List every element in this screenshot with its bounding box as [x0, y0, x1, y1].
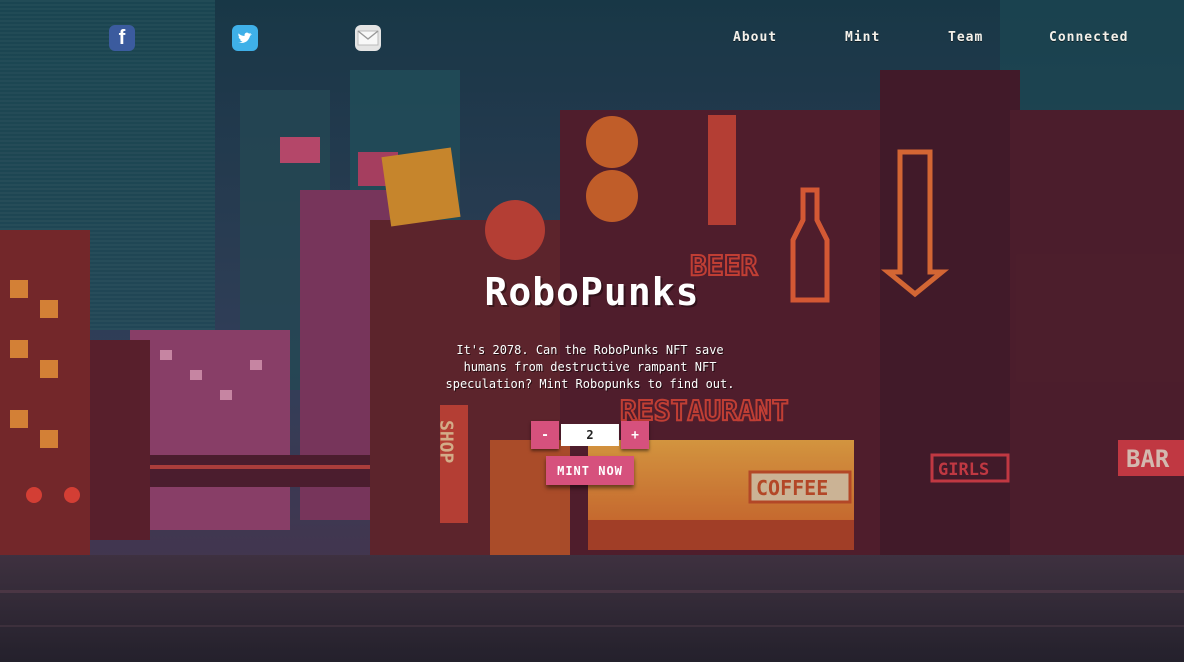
twitter-link[interactable] [232, 25, 258, 51]
nav-team[interactable]: Team [948, 30, 983, 45]
increment-button[interactable]: + [621, 421, 649, 449]
mint-quantity-input[interactable] [561, 424, 619, 446]
decrement-button[interactable]: - [531, 421, 559, 449]
email-link[interactable] [355, 25, 381, 51]
connect-wallet-status[interactable]: Connected [1049, 30, 1128, 45]
nav-mint[interactable]: Mint [845, 30, 880, 45]
facebook-link[interactable]: f [109, 25, 135, 51]
twitter-icon [238, 32, 252, 43]
nav-about[interactable]: About [733, 30, 777, 45]
facebook-icon: f [118, 27, 126, 49]
background-cityscape: BEER RESTAURANT SHOP COFFEE GIRLS BAR [0, 0, 1184, 662]
email-icon [357, 30, 379, 46]
page-title: RoboPunks [484, 270, 700, 314]
mint-now-button[interactable]: MINT NOW [546, 456, 634, 485]
hero-description: It's 2078. Can the RoboPunks NFT save hu… [445, 343, 735, 391]
